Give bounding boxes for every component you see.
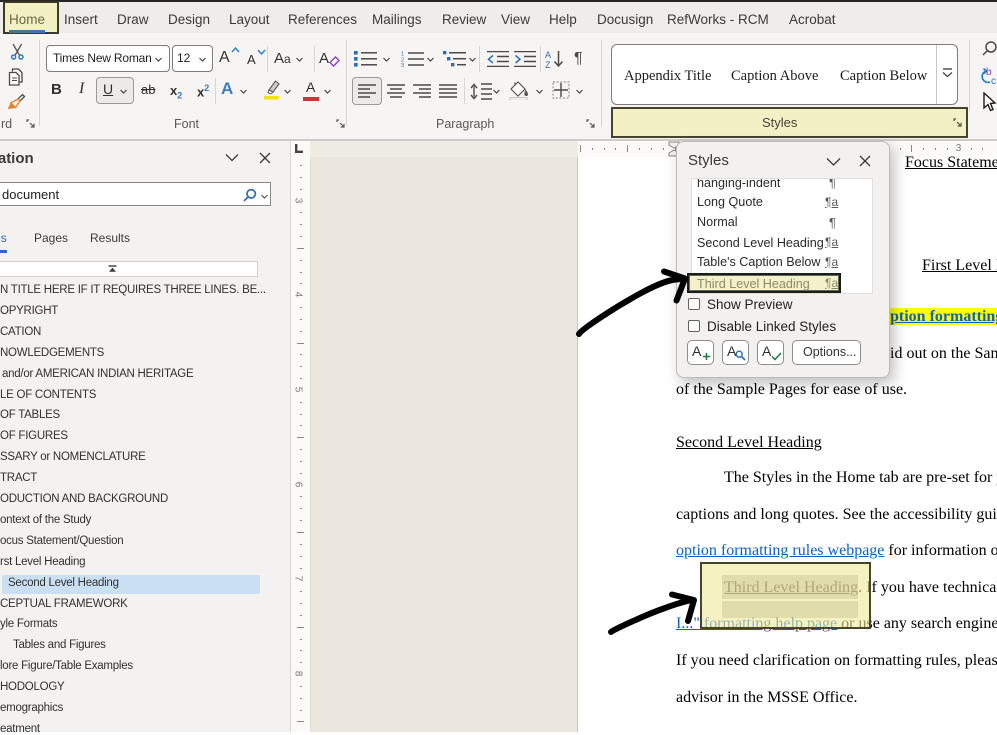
svg-text:Z: Z	[545, 60, 551, 69]
svg-text:c: c	[991, 76, 996, 86]
svg-text:3: 3	[401, 63, 404, 67]
svg-text:A: A	[545, 50, 551, 60]
